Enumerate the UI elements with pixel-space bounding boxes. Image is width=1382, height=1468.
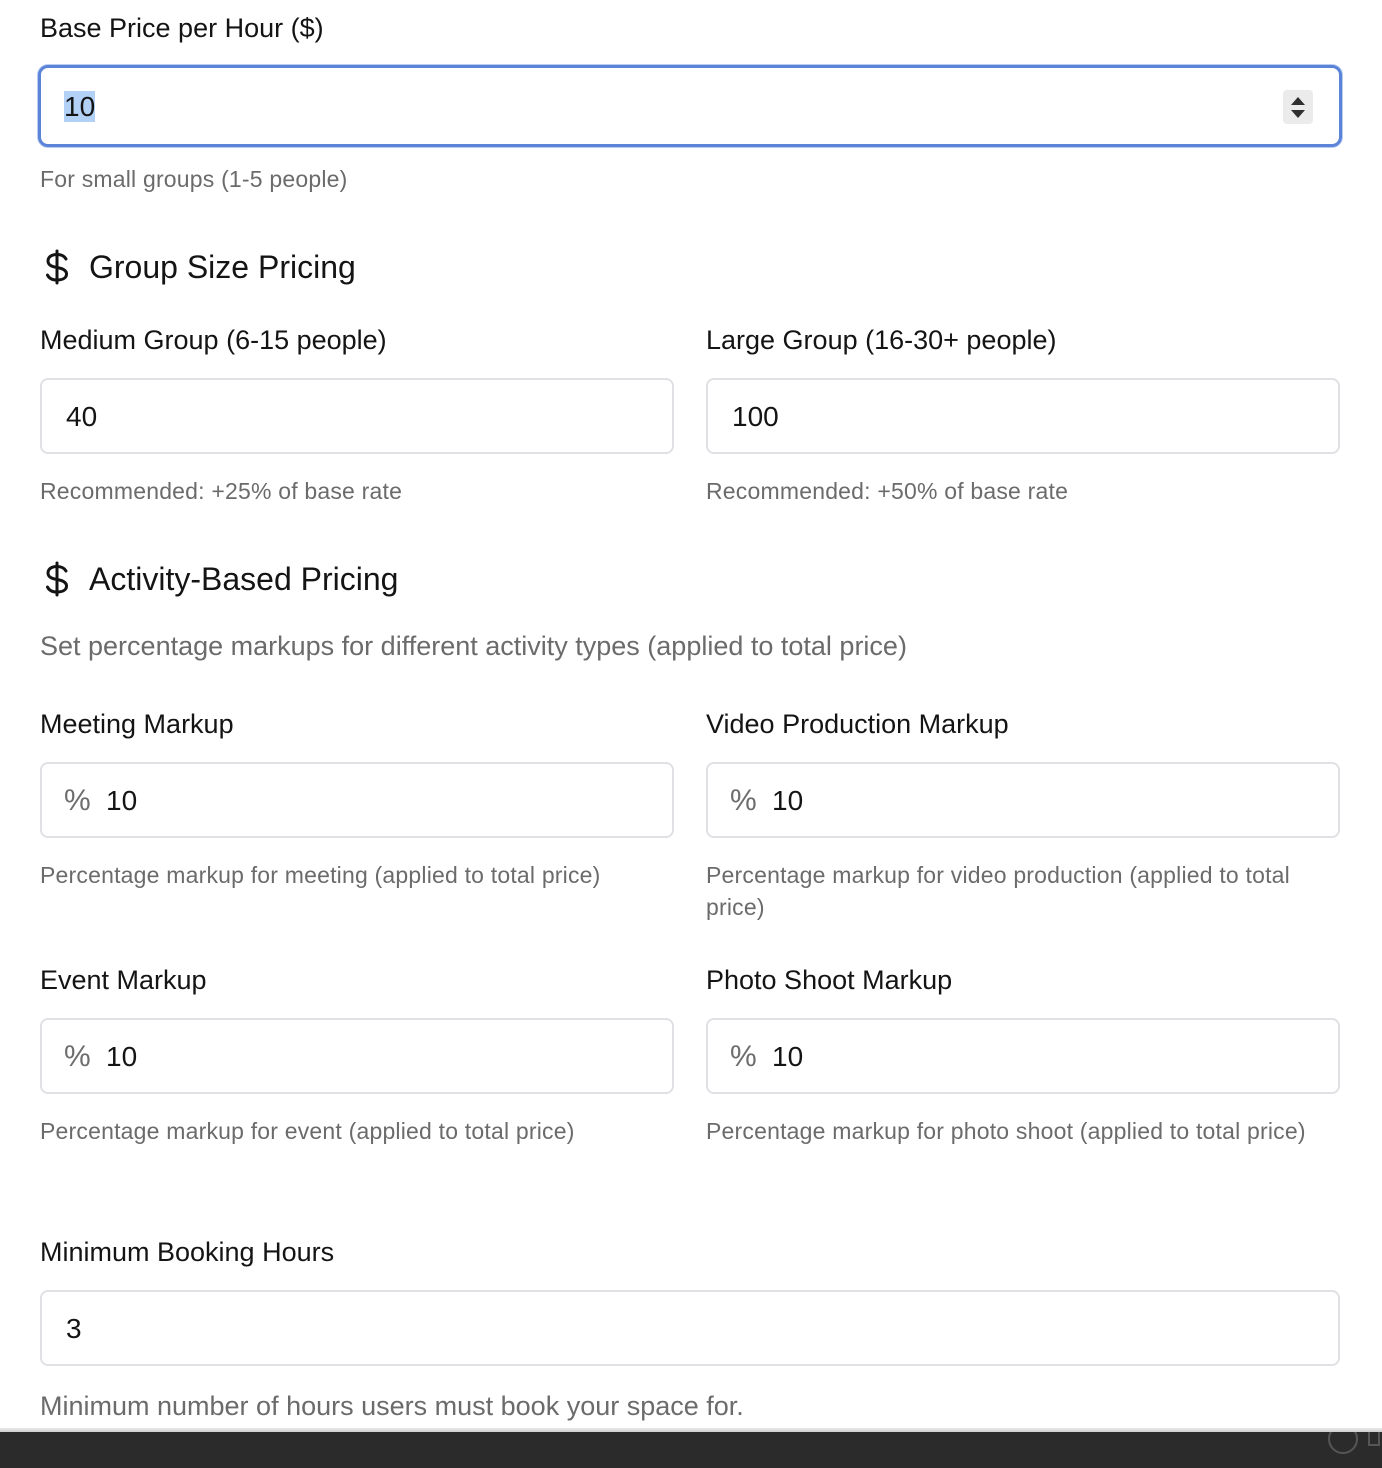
group-size-pricing-title: Group Size Pricing	[89, 249, 356, 285]
min-booking-input[interactable]: 3	[40, 1290, 1340, 1366]
percent-icon: %	[64, 784, 91, 817]
min-booking-value: 3	[66, 1313, 82, 1344]
stepper-down-icon[interactable]	[1291, 110, 1305, 118]
percent-icon: %	[730, 784, 757, 817]
base-price-help: For small groups (1-5 people)	[40, 166, 348, 192]
medium-group-value: 40	[66, 401, 98, 432]
base-price-selected-text: 10	[64, 91, 96, 122]
base-price-label: Base Price per Hour ($)	[40, 13, 324, 43]
photo-markup-label: Photo Shoot Markup	[706, 965, 953, 995]
video-markup-value: 10	[772, 785, 804, 816]
photo-markup-value: 10	[772, 1041, 804, 1072]
medium-group-input[interactable]: 40	[40, 378, 674, 454]
pricing-form: Base Price per Hour ($) 10 For small gro…	[0, 0, 1382, 1432]
dollar-icon	[46, 249, 69, 285]
panel-icon[interactable]	[1368, 1432, 1380, 1446]
event-markup-value: 10	[106, 1041, 138, 1072]
min-booking-label: Minimum Booking Hours	[40, 1237, 335, 1267]
activity-pricing-title: Activity-Based Pricing	[89, 561, 399, 597]
bottom-bar	[0, 1432, 1382, 1468]
large-group-input[interactable]: 100	[706, 378, 1340, 454]
video-markup-input[interactable]: % 10	[706, 762, 1340, 838]
photo-markup-input[interactable]: % 10	[706, 1018, 1340, 1094]
photo-markup-help: Percentage markup for photo shoot (appli…	[706, 1118, 1306, 1144]
large-group-help: Recommended: +50% of base rate	[706, 478, 1069, 504]
globe-icon[interactable]	[1328, 1432, 1358, 1454]
stepper-up-icon[interactable]	[1291, 97, 1305, 105]
video-markup-help: Percentage markup for video production (…	[706, 862, 1290, 920]
percent-icon: %	[64, 1040, 91, 1073]
base-price-value: 10	[64, 90, 96, 124]
meeting-markup-value: 10	[106, 785, 138, 816]
meeting-markup-label: Meeting Markup	[40, 709, 234, 739]
meeting-markup-input[interactable]: % 10	[40, 762, 674, 838]
video-markup-label: Video Production Markup	[706, 709, 1009, 739]
min-booking-help: Minimum number of hours users must book …	[40, 1391, 744, 1421]
event-markup-label: Event Markup	[40, 965, 207, 995]
dollar-icon	[46, 561, 69, 597]
medium-group-help: Recommended: +25% of base rate	[40, 478, 403, 504]
activity-pricing-description: Set percentage markups for different act…	[40, 631, 907, 661]
number-stepper[interactable]	[1283, 90, 1313, 124]
medium-group-label: Medium Group (6-15 people)	[40, 325, 387, 355]
event-markup-input[interactable]: % 10	[40, 1018, 674, 1094]
large-group-label: Large Group (16-30+ people)	[706, 325, 1057, 355]
percent-icon: %	[730, 1040, 757, 1073]
large-group-value: 100	[732, 401, 779, 432]
base-price-input[interactable]: 10	[38, 65, 1342, 147]
meeting-markup-help: Percentage markup for meeting (applied t…	[40, 862, 601, 888]
event-markup-help: Percentage markup for event (applied to …	[40, 1118, 575, 1144]
